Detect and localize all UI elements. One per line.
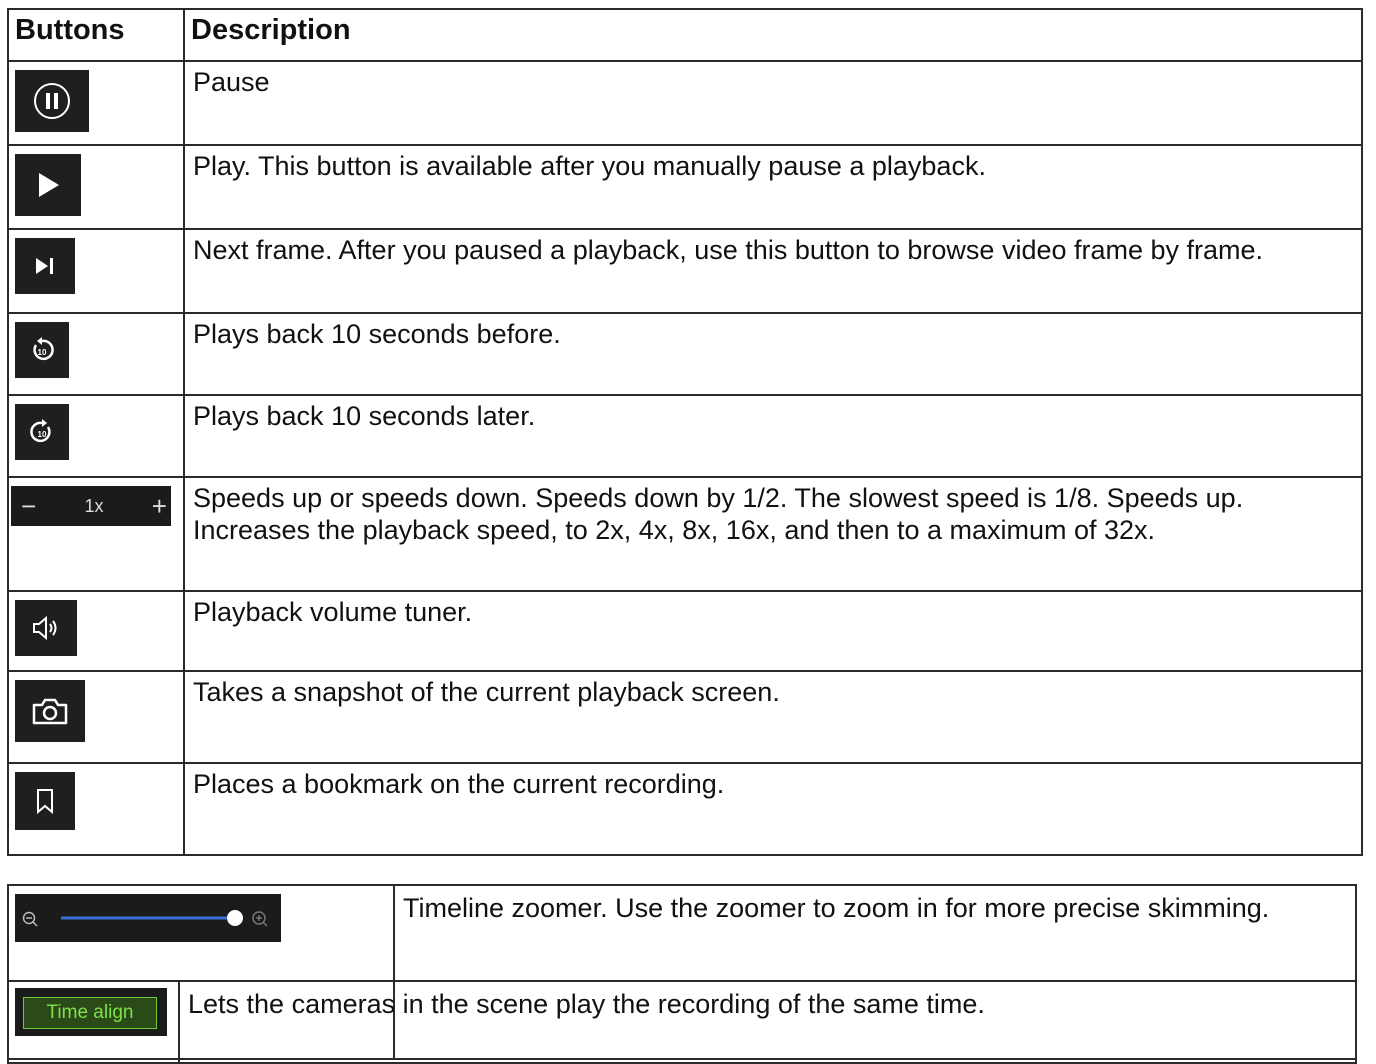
table-row: − 1x + Speeds up or speeds down. Speeds … — [7, 476, 1363, 592]
table-row: Playback volume tuner. — [7, 590, 1363, 672]
bookmark-button[interactable] — [15, 772, 75, 830]
zoom-in-icon[interactable] — [252, 911, 268, 927]
forward-10-icon: 10 — [28, 418, 56, 446]
time-align-wrapper: Time align — [15, 988, 167, 1036]
row-description: Speeds up or speeds down. Speeds down by… — [183, 476, 1363, 592]
speed-value: 1x — [84, 495, 104, 516]
next-frame-icon — [33, 256, 57, 276]
speed-up-button[interactable]: + — [152, 493, 167, 519]
table-row: 10 Plays back 10 seconds later. — [7, 394, 1363, 478]
table-row: Play. This button is available after you… — [7, 144, 1363, 230]
bookmark-icon — [34, 787, 56, 815]
row-description: Plays back 10 seconds later. — [183, 394, 1363, 478]
play-icon — [35, 171, 61, 199]
row-description: Lets the cameras in the scene play the r… — [178, 980, 1357, 1064]
play-button[interactable] — [15, 154, 81, 216]
table-row: Next frame. After you paused a playback,… — [7, 228, 1363, 314]
forward-10-button[interactable]: 10 — [15, 404, 69, 460]
next-frame-button[interactable] — [15, 238, 75, 294]
zoom-out-icon[interactable] — [22, 911, 38, 927]
speed-control: − 1x + — [11, 486, 171, 526]
time-align-button[interactable]: Time align — [23, 997, 157, 1029]
row-description: Play. This button is available after you… — [183, 144, 1363, 230]
rewind-10-button[interactable]: 10 — [15, 322, 69, 378]
row-description: Takes a snapshot of the current playback… — [183, 670, 1363, 764]
header-description: Description — [183, 8, 1363, 62]
rewind-10-icon: 10 — [28, 336, 56, 364]
table-row: Time align Lets the cameras in the scene… — [7, 980, 1357, 1064]
row-description: Places a bookmark on the current recordi… — [183, 762, 1363, 856]
camera-icon — [31, 695, 69, 727]
volume-button[interactable] — [15, 600, 77, 656]
volume-icon — [31, 615, 61, 641]
svg-text:10: 10 — [38, 348, 47, 357]
svg-text:10: 10 — [38, 430, 47, 439]
row-description: Next frame. After you paused a playback,… — [183, 228, 1363, 314]
snapshot-button[interactable] — [15, 680, 85, 742]
zoom-slider-handle — [227, 910, 243, 926]
speed-down-button[interactable]: − — [21, 493, 36, 519]
row-description: Playback volume tuner. — [183, 590, 1363, 672]
pause-icon — [32, 81, 72, 121]
table-row: 10 Plays back 10 seconds before. — [7, 312, 1363, 396]
table-row: Places a bookmark on the current recordi… — [7, 762, 1363, 856]
pause-button[interactable] — [15, 70, 89, 132]
time-align-table: Time align Lets the cameras in the scene… — [7, 980, 1357, 1064]
row-description: Plays back 10 seconds before. — [183, 312, 1363, 396]
timeline-zoomer[interactable] — [15, 894, 281, 942]
table-row: Takes a snapshot of the current playback… — [7, 670, 1363, 764]
table-row: Pause — [7, 60, 1363, 146]
header-buttons: Buttons — [7, 8, 185, 62]
row-description: Pause — [183, 60, 1363, 146]
buttons-table: Buttons Description Pause Play. This but… — [7, 8, 1363, 856]
